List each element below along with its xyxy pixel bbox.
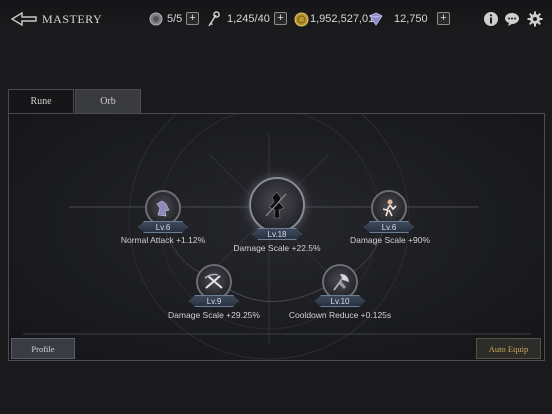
orb-right-effect: Damage Scale +90% <box>349 235 431 245</box>
orb-center-level: Lv.18 <box>252 228 302 240</box>
gem-counter: 12,750 <box>368 10 428 28</box>
add-gem-button[interactable]: + <box>437 12 450 25</box>
orb-bottom-left-level: Lv.9 <box>189 295 239 307</box>
auto-equip-button[interactable]: Auto Equip <box>476 338 541 359</box>
crossed-blades-icon <box>196 264 232 300</box>
orb-bottom-right-level: Lv.10 <box>315 295 365 307</box>
key-icon <box>205 11 221 27</box>
axe-icon <box>322 264 358 300</box>
orb-panel: Lv.18 Damage Scale +22.5% Lv.6 Normal At… <box>8 113 545 361</box>
shield-token-icon <box>148 11 164 27</box>
info-icon[interactable] <box>483 11 499 27</box>
tab-orb[interactable]: Orb <box>75 89 141 113</box>
orb-bottom-right-effect: Cooldown Reduce +0.125s <box>288 310 392 320</box>
orb-left-level: Lv.6 <box>138 221 188 233</box>
orb-bottom-left-effect: Damage Scale +29.25% <box>168 310 260 320</box>
crystal-icon <box>368 11 384 27</box>
orb-left-effect: Normal Attack +1.12% <box>120 235 206 245</box>
tab-rune[interactable]: Rune <box>8 89 74 113</box>
stamina-counter: 5/5 <box>148 10 182 28</box>
add-key-button[interactable]: + <box>274 12 287 25</box>
page-title: MASTERY <box>42 12 103 26</box>
warrior-silhouette-icon <box>249 177 305 233</box>
crouching-figure-icon <box>145 190 181 226</box>
gold-coin-icon <box>293 11 309 27</box>
dancer-figure-icon <box>371 190 407 226</box>
key-counter: 1,245/40 <box>205 10 270 28</box>
orb-right-level: Lv.6 <box>364 221 414 233</box>
chat-icon[interactable] <box>504 11 520 27</box>
profile-button[interactable]: Profile <box>11 338 75 359</box>
back-arrow-icon[interactable] <box>10 10 38 28</box>
top-bar: MASTERY 5/5 + 1,245/40 + 1,952,527,017 1… <box>0 0 552 38</box>
settings-gear-icon[interactable] <box>527 11 543 27</box>
add-stamina-button[interactable]: + <box>186 12 199 25</box>
